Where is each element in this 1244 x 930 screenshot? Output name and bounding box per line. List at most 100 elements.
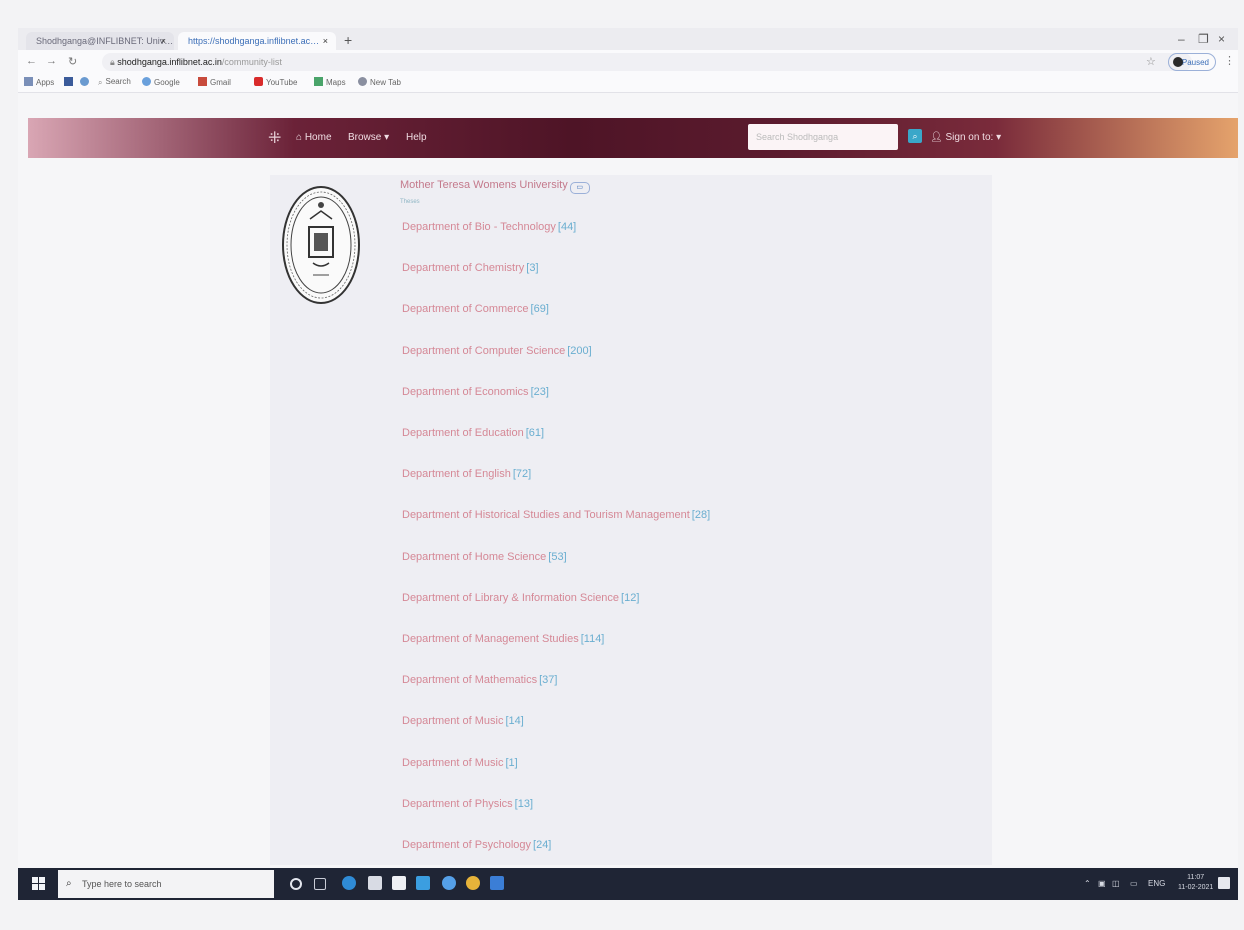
department-name: Department of Economics (402, 386, 529, 398)
network-icon[interactable]: ▣ (1098, 879, 1106, 888)
bookmark-search[interactable]: ⌕ Search (98, 77, 131, 87)
department-name: Department of Psychology (402, 839, 532, 851)
department-link[interactable]: Department of Home Science [53] (402, 551, 567, 563)
url-path: /community-list (221, 57, 282, 67)
volume-icon[interactable]: ◫ (1112, 879, 1120, 888)
url-input[interactable]: 🔒︎ shodhganga.inflibnet.ac.in/community-… (102, 53, 1192, 71)
edge-icon[interactable] (342, 876, 356, 890)
department-link[interactable]: Department of Music [14] (402, 715, 524, 727)
task-view-icon[interactable] (314, 878, 326, 890)
department-link[interactable]: Department of Music [1] (402, 757, 518, 769)
bookmark-gmail[interactable]: Gmail (198, 77, 231, 87)
nav-browse[interactable]: Browse ▾ (348, 132, 389, 143)
signin-label: Sign on to: ▾ (945, 132, 1002, 143)
department-count: [69] (530, 303, 549, 315)
search-icon: ⌕ (912, 131, 918, 141)
nav-help[interactable]: Help (406, 132, 427, 143)
bookmark-apps[interactable]: Apps (24, 77, 54, 87)
department-link[interactable]: Department of Historical Studies and Tou… (402, 509, 710, 521)
bookmark-star-icon[interactable]: ☆ (1146, 55, 1156, 68)
bookmark-maps[interactable]: Maps (314, 77, 346, 87)
department-link[interactable]: Department of Mathematics [37] (402, 674, 557, 686)
browser-tab-2[interactable]: https://shodhganga.inflibnet.ac… × (178, 32, 336, 50)
mail-icon[interactable] (368, 876, 382, 890)
url-host: shodhganga.inflibnet.ac.in (117, 57, 222, 67)
browser-menu-icon[interactable]: ⋮ (1224, 54, 1235, 67)
new-tab-button[interactable]: + (344, 32, 352, 48)
minimize-icon[interactable]: – (1178, 32, 1185, 46)
department-count: [53] (548, 551, 567, 563)
word-icon[interactable] (490, 876, 504, 890)
bookmark-facebook[interactable] (64, 77, 76, 87)
department-link[interactable]: Department of Management Studies [114] (402, 633, 604, 645)
site-header: ⁜ ⌂ Home Browse ▾ Help Search Shodhganga… (28, 118, 1238, 158)
action-center-icon[interactable] (1218, 877, 1230, 889)
department-count: [37] (539, 674, 558, 686)
bookmark-youtube[interactable]: YouTube (254, 77, 297, 87)
department-link[interactable]: Department of Bio - Technology [44] (402, 221, 576, 233)
reload-icon[interactable]: ↻ (68, 55, 77, 68)
nav-home[interactable]: ⌂ Home (296, 132, 332, 143)
taskbar-search-placeholder: Type here to search (82, 879, 162, 889)
department-count: [13] (514, 798, 534, 810)
search-button[interactable]: ⌕ (908, 129, 922, 143)
signin-menu[interactable]: 👤︎ Sign on to: ▾ (930, 132, 1001, 143)
tray-chevron-icon[interactable]: ⌃ (1084, 879, 1091, 888)
university-title-link[interactable]: Mother Teresa Womens University ▭ (400, 179, 590, 194)
bookmark-chrome[interactable] (80, 77, 92, 87)
forward-icon[interactable]: → (46, 55, 57, 67)
youtube-icon (254, 77, 263, 86)
university-title: Mother Teresa Womens University (400, 179, 568, 191)
close-tab-icon[interactable]: × (161, 32, 166, 50)
department-link[interactable]: Department of Psychology [24] (402, 839, 551, 851)
site-search-input[interactable]: Search Shodhganga (748, 124, 898, 150)
department-name: Department of Library & Information Scie… (402, 592, 620, 604)
maximize-icon[interactable]: ❐ (1198, 32, 1209, 46)
store-icon[interactable] (392, 876, 406, 890)
department-link[interactable]: Department of Education [61] (402, 427, 544, 439)
department-count: [1] (505, 757, 518, 769)
community-subtitle: Theses (400, 199, 420, 205)
department-link[interactable]: Department of Computer Science [200] (402, 345, 592, 357)
taskbar-clock[interactable]: 11:07 11-02-2021 (1178, 873, 1213, 893)
close-tab-icon[interactable]: × (323, 32, 328, 50)
department-count: [61] (525, 427, 545, 439)
chrome-icon (80, 77, 89, 86)
department-link[interactable]: Department of Library & Information Scie… (402, 592, 639, 604)
department-link[interactable]: Department of Chemistry [3] (402, 262, 539, 274)
bookmark-google[interactable]: Google (142, 77, 180, 87)
department-name: Department of Music (402, 757, 504, 769)
bookmark-label: Apps (36, 78, 55, 87)
taskbar-search-input[interactable]: ⌕ Type here to search (58, 870, 274, 898)
cortana-icon[interactable] (290, 878, 302, 890)
battery-icon[interactable]: ▭ (1130, 879, 1138, 888)
browser-tab-1[interactable]: Shodhganga@INFLIBNET: Univ… × (26, 32, 174, 50)
bookmark-newtab[interactable]: New Tab (358, 77, 401, 87)
profile-button[interactable]: Paused (1168, 53, 1216, 71)
windows-start-button[interactable] (32, 877, 46, 891)
tab-title: https://shodhganga.inflibnet.ac… (188, 36, 320, 46)
department-link[interactable]: Department of Commerce [69] (402, 303, 549, 315)
department-link[interactable]: Department of Physics [13] (402, 798, 533, 810)
department-link[interactable]: Department of Economics [23] (402, 386, 549, 398)
chrome-taskbar-icon[interactable] (466, 876, 480, 890)
department-name: Department of Home Science (402, 551, 547, 563)
outlook-icon[interactable] (416, 876, 430, 890)
close-window-icon[interactable]: × (1218, 32, 1225, 46)
department-name: Department of Computer Science (402, 345, 566, 357)
language-indicator[interactable]: ENG (1148, 879, 1165, 888)
back-icon[interactable]: ← (26, 55, 37, 67)
site-logo-icon[interactable]: ⁜ (268, 128, 281, 148)
rss-badge[interactable]: ▭ (569, 182, 590, 194)
department-link[interactable]: Department of English [72] (402, 468, 531, 480)
bookmark-label: New Tab (370, 78, 401, 87)
avatar (1173, 57, 1183, 67)
department-name: Department of Chemistry (402, 262, 525, 274)
department-count: [72] (512, 468, 532, 480)
profile-label: Paused (1181, 58, 1209, 67)
ie-icon[interactable] (442, 876, 456, 890)
clock-time: 11:07 (1187, 874, 1205, 881)
browser-tab-strip: Shodhganga@INFLIBNET: Univ… × https://sh… (18, 28, 1238, 50)
department-name: Department of Bio - Technology (402, 221, 556, 233)
university-seal-logo (282, 186, 360, 304)
